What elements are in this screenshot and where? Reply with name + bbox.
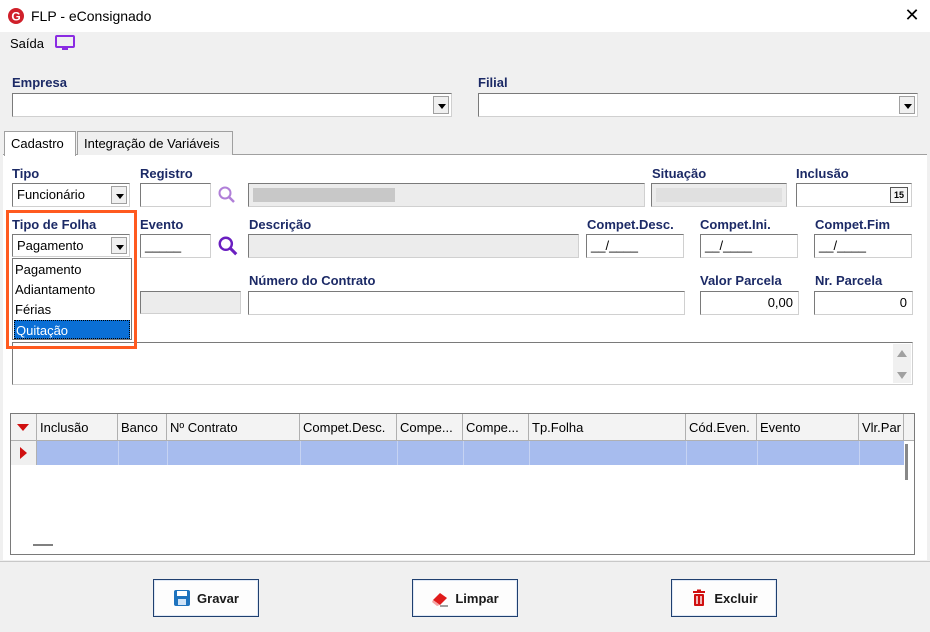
situacao-label: Situação [652, 166, 707, 181]
column-header[interactable]: Tp.Folha [529, 414, 686, 441]
descricao-field [248, 234, 579, 258]
column-header[interactable]: Inclusão [37, 414, 118, 441]
eraser-icon [432, 593, 449, 607]
evento-value: _____ [145, 238, 182, 253]
chevron-down-icon[interactable] [433, 96, 449, 114]
column-header[interactable]: Cód.Even. [686, 414, 757, 441]
trash-icon [693, 589, 706, 606]
filial-select[interactable] [478, 93, 918, 117]
compet-ini-label: Compet.Ini. [700, 217, 771, 232]
current-row-arrow-icon [20, 447, 27, 459]
scrollbar-thumb[interactable] [905, 444, 908, 480]
scroll-down-icon[interactable] [897, 372, 907, 379]
save-icon [174, 590, 191, 606]
nr-parcela-input[interactable]: 0 [814, 291, 913, 315]
empresa-select[interactable] [12, 93, 452, 117]
column-header[interactable]: Nº Contrato [167, 414, 300, 441]
column-header[interactable]: Evento [757, 414, 859, 441]
svg-text:G: G [11, 10, 20, 24]
empresa-label: Empresa [12, 75, 67, 90]
column-header[interactable]: Compe... [463, 414, 529, 441]
tab-cadastro[interactable]: Cadastro [4, 131, 76, 156]
banco-field [140, 291, 241, 314]
grid-indicator-header [11, 414, 37, 441]
tipo-select[interactable]: Funcionário [12, 183, 130, 207]
search-icon[interactable] [217, 235, 239, 257]
column-header[interactable]: Compe... [397, 414, 463, 441]
excluir-label: Excluir [714, 590, 758, 606]
footer-separator [0, 561, 930, 562]
highlight-box [6, 210, 137, 349]
chevron-down-icon[interactable] [899, 96, 915, 114]
nr-parcela-value: 0 [899, 295, 907, 310]
gravar-button[interactable]: Gravar [153, 579, 259, 617]
evento-input[interactable]: _____ [140, 234, 211, 258]
column-header[interactable]: Vlr.Par [859, 414, 904, 441]
close-icon[interactable]: ✕ [902, 5, 922, 25]
limpar-button[interactable]: Limpar [412, 579, 518, 617]
valor-parcela-value: 0,00 [767, 295, 793, 310]
inclusao-date-input[interactable]: 15 [796, 183, 912, 207]
compet-fim-label: Compet.Fim [815, 217, 891, 232]
descricao-label: Descrição [249, 217, 312, 232]
column-header[interactable]: Banco [118, 414, 167, 441]
contracts-grid[interactable]: Inclusão Banco Nº Contrato Compet.Desc. … [10, 413, 915, 555]
grid-vertical-scrollbar[interactable] [901, 442, 913, 552]
gravar-label: Gravar [197, 590, 239, 606]
chevron-down-icon[interactable] [111, 186, 127, 204]
valor-parcela-label: Valor Parcela [700, 273, 782, 288]
compet-desc-label: Compet.Desc. [587, 217, 674, 232]
excluir-button[interactable]: Excluir [671, 579, 777, 617]
limpar-label: Limpar [455, 590, 499, 606]
filial-label: Filial [478, 75, 508, 90]
app-logo-icon: G [8, 8, 24, 24]
search-icon[interactable] [217, 185, 237, 205]
registro-label: Registro [140, 166, 193, 181]
grid-header: Inclusão Banco Nº Contrato Compet.Desc. … [11, 414, 914, 441]
observacao-memo[interactable] [12, 342, 913, 385]
numero-contrato-label: Número do Contrato [249, 273, 376, 288]
situacao-field [651, 183, 787, 207]
calendar-icon[interactable]: 15 [890, 187, 908, 203]
compet-ini-input[interactable]: __/____ [700, 234, 798, 258]
compet-desc-input[interactable]: __/____ [586, 234, 684, 258]
horizontal-scroll-thumb[interactable] [33, 544, 53, 546]
memo-scrollbar[interactable] [893, 344, 911, 383]
window-title: FLP - eConsignado [31, 8, 152, 24]
compet-desc-value: __/____ [591, 238, 638, 253]
compet-fim-input[interactable]: __/____ [814, 234, 912, 258]
evento-label: Evento [140, 217, 184, 232]
monitor-icon[interactable] [55, 35, 75, 51]
sort-down-icon[interactable] [17, 424, 29, 431]
tipo-label: Tipo [12, 166, 40, 181]
compet-fim-value: __/____ [819, 238, 866, 253]
registro-input[interactable] [140, 183, 211, 207]
nr-parcela-label: Nr. Parcela [815, 273, 883, 288]
compet-ini-value: __/____ [705, 238, 752, 253]
valor-parcela-input[interactable]: 0,00 [700, 291, 799, 315]
column-header[interactable]: Compet.Desc. [300, 414, 397, 441]
table-row[interactable] [37, 441, 904, 465]
scroll-up-icon[interactable] [897, 350, 907, 357]
menu-saida[interactable]: Saída [10, 36, 44, 51]
inclusao-label: Inclusão [796, 166, 849, 181]
row-indicator [11, 441, 37, 465]
tab-integracao-variaveis[interactable]: Integração de Variáveis [77, 131, 233, 155]
tipo-value: Funcionário [17, 187, 85, 202]
registro-nome-field [248, 183, 645, 207]
numero-contrato-input[interactable] [248, 291, 685, 315]
